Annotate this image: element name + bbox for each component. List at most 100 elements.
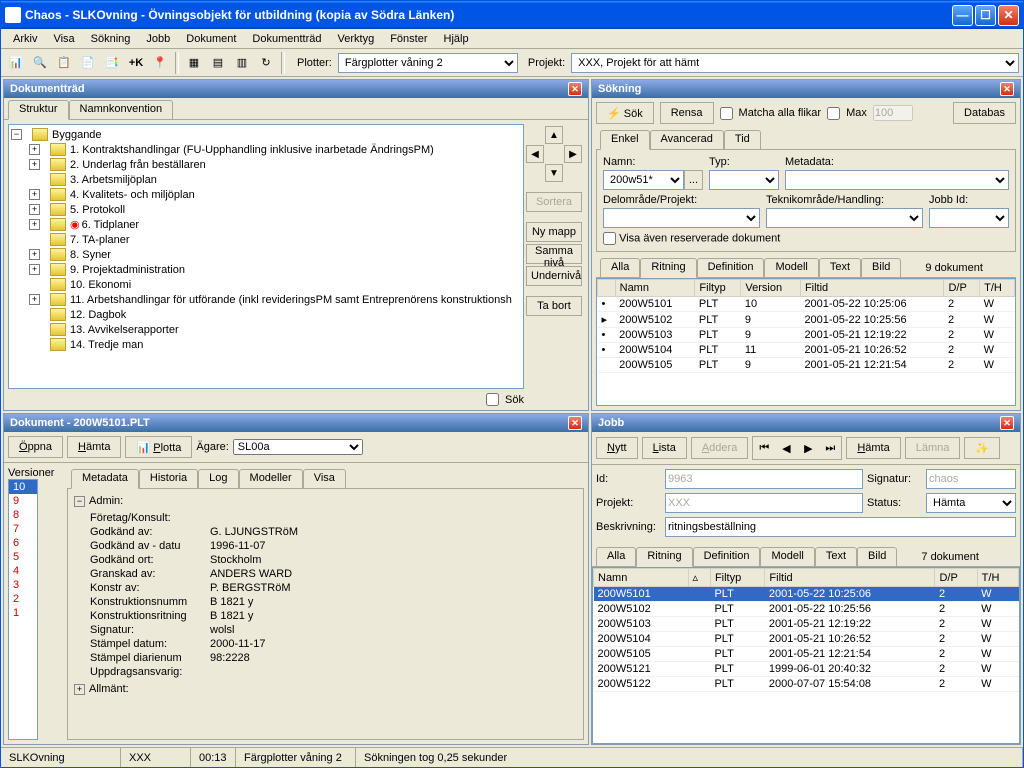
version-item[interactable]: 9 xyxy=(9,494,37,508)
next-icon[interactable]: ▶ xyxy=(797,437,819,459)
status-select[interactable]: Hämta xyxy=(926,493,1016,513)
delomrade-select[interactable] xyxy=(603,208,760,228)
sok-rtab-bild[interactable]: Bild xyxy=(861,258,901,277)
tree-item[interactable]: 14. Tredje man xyxy=(29,337,521,352)
version-item[interactable]: 1 xyxy=(9,606,37,620)
menu-dokumentträd[interactable]: Dokumentträd xyxy=(244,31,329,47)
tree-item[interactable]: +9. Projektadministration xyxy=(29,262,521,277)
table-row[interactable]: 200W5102PLT2001-05-22 10:25:562W xyxy=(594,602,1019,617)
menu-dokument[interactable]: Dokument xyxy=(178,31,244,47)
expand-icon[interactable]: + xyxy=(74,684,85,695)
tree-item[interactable]: +◉6. Tidplaner xyxy=(29,217,521,232)
menu-sökning[interactable]: Sökning xyxy=(83,31,139,47)
tree-expand-icon[interactable]: + xyxy=(29,219,40,230)
nymapp-button[interactable]: Ny mapp xyxy=(526,222,582,242)
jobb-hamta-button[interactable]: Hämta xyxy=(846,437,900,459)
agare-select[interactable]: SL00a xyxy=(233,439,363,455)
visa-reserverade-checkbox[interactable] xyxy=(603,232,616,245)
tree-item[interactable]: 10. Ekonomi xyxy=(29,277,521,292)
tree-expand-icon[interactable]: + xyxy=(29,294,40,305)
tab-visa[interactable]: Visa xyxy=(303,469,346,488)
plus-k-icon[interactable]: +K xyxy=(125,52,147,74)
hamta-button[interactable]: Hämta xyxy=(67,436,121,458)
table-row[interactable]: •200W5103PLT92001-05-21 12:19:222W xyxy=(598,328,1015,343)
oppna-button[interactable]: Öppna xyxy=(8,436,63,458)
tab-namnkonvention[interactable]: Namnkonvention xyxy=(69,100,174,119)
version-item[interactable]: 3 xyxy=(9,578,37,592)
matcha-checkbox[interactable] xyxy=(720,107,733,120)
tabort-button[interactable]: Ta bort xyxy=(526,296,582,316)
versions-list[interactable]: 10987654321 xyxy=(8,479,38,740)
table-row[interactable]: ▸200W5102PLT92001-05-22 10:25:562W xyxy=(598,312,1015,328)
nav-up-icon[interactable]: ▲ xyxy=(545,126,563,144)
tree-expand-icon[interactable]: + xyxy=(29,264,40,275)
jobb-close-icon[interactable]: ✕ xyxy=(1000,416,1014,430)
maximize-button[interactable]: ☐ xyxy=(975,5,996,26)
jobbid-select[interactable] xyxy=(929,208,1009,228)
menu-arkiv[interactable]: Arkiv xyxy=(5,31,45,47)
sok-checkbox[interactable] xyxy=(486,393,499,406)
layout-icon-1[interactable]: ▦ xyxy=(183,52,205,74)
jobb-rtab-bild[interactable]: Bild xyxy=(857,547,897,566)
tree-expand-icon[interactable]: + xyxy=(29,204,40,215)
namn-select[interactable]: 200w51* xyxy=(603,170,684,190)
jobb-rtab-definition[interactable]: Definition xyxy=(693,547,761,566)
refresh-icon[interactable]: ↻ xyxy=(255,52,277,74)
databas-button[interactable]: Databas xyxy=(953,102,1016,124)
layout-icon-2[interactable]: ▤ xyxy=(207,52,229,74)
menu-hjälp[interactable]: Hjälp xyxy=(436,31,477,47)
tree-expand-icon[interactable]: + xyxy=(29,159,40,170)
plotta-button[interactable]: 📊 Plotta xyxy=(125,436,192,458)
tree-expand-icon[interactable]: − xyxy=(11,129,22,140)
lista-button[interactable]: Lista xyxy=(642,437,687,459)
table-row[interactable]: 200W5103PLT2001-05-21 12:19:222W xyxy=(594,617,1019,632)
tree-item[interactable]: 13. Avvikelserapporter xyxy=(29,322,521,337)
sokning-close-icon[interactable]: ✕ xyxy=(1000,82,1014,96)
tab-struktur[interactable]: Struktur xyxy=(8,100,69,120)
close-button[interactable]: ✕ xyxy=(998,5,1019,26)
beskrivning-input[interactable] xyxy=(665,517,1016,537)
menu-visa[interactable]: Visa xyxy=(45,31,82,47)
max-checkbox[interactable] xyxy=(827,107,840,120)
jobb-rtab-alla[interactable]: Alla xyxy=(596,547,636,566)
table-row[interactable]: 200W5122PLT2000-07-07 15:54:082W xyxy=(594,677,1019,692)
tree-expand-icon[interactable]: + xyxy=(29,144,40,155)
table-row[interactable]: 200W5121PLT1999-06-01 20:40:322W xyxy=(594,662,1019,677)
table-row[interactable]: 200W5105PLT92001-05-21 12:21:542W xyxy=(598,358,1015,373)
sortera-button[interactable]: Sortera xyxy=(526,192,582,212)
nav-down-icon[interactable]: ▼ xyxy=(545,164,563,182)
tab-metadata[interactable]: Metadata xyxy=(71,469,139,489)
dokumenttrad-close-icon[interactable]: ✕ xyxy=(568,82,582,96)
version-item[interactable]: 7 xyxy=(9,522,37,536)
tool-icon-1[interactable]: 📊 xyxy=(5,52,27,74)
tree-item[interactable]: 7. TA-planer xyxy=(29,232,521,247)
first-icon[interactable]: ⏮ xyxy=(753,437,775,459)
table-row[interactable]: •200W5101PLT102001-05-22 10:25:062W xyxy=(598,297,1015,312)
minimize-button[interactable]: — xyxy=(952,5,973,26)
tab-log[interactable]: Log xyxy=(198,469,238,488)
version-item[interactable]: 5 xyxy=(9,550,37,564)
tab-historia[interactable]: Historia xyxy=(139,469,198,488)
tree-item[interactable]: 12. Dagbok xyxy=(29,307,521,322)
nytt-button[interactable]: Nytt xyxy=(596,437,638,459)
sok-rtab-text[interactable]: Text xyxy=(819,258,861,277)
jobb-rtab-modell[interactable]: Modell xyxy=(760,547,814,566)
last-icon[interactable]: ⏭ xyxy=(819,437,841,459)
jobb-grid[interactable]: Namn▵FiltypFiltidD/PT/H200W5101PLT2001-0… xyxy=(592,567,1020,744)
tree-item[interactable]: +1. Kontraktshandlingar (FU-Upphandling … xyxy=(29,142,521,157)
metadata-select[interactable] xyxy=(785,170,1009,190)
underniva-button[interactable]: Undernivå xyxy=(526,266,582,286)
pin-icon[interactable]: 📍 xyxy=(149,52,171,74)
tree-item[interactable]: +8. Syner xyxy=(29,247,521,262)
plotter-select[interactable]: Färgplotter våning 2 xyxy=(338,53,518,73)
table-row[interactable]: •200W5104PLT112001-05-21 10:26:522W xyxy=(598,343,1015,358)
menu-jobb[interactable]: Jobb xyxy=(138,31,178,47)
copy-icon[interactable]: 📋 xyxy=(53,52,75,74)
projekt-select[interactable]: XXX, Projekt för att hämt xyxy=(571,53,1019,73)
rensa-button[interactable]: Rensa xyxy=(660,102,714,124)
tab-avancerad[interactable]: Avancerad xyxy=(650,130,724,149)
tab-modeller[interactable]: Modeller xyxy=(239,469,303,488)
typ-select[interactable] xyxy=(709,170,779,190)
layout-icon-3[interactable]: ▥ xyxy=(231,52,253,74)
tree-item[interactable]: +5. Protokoll xyxy=(29,202,521,217)
